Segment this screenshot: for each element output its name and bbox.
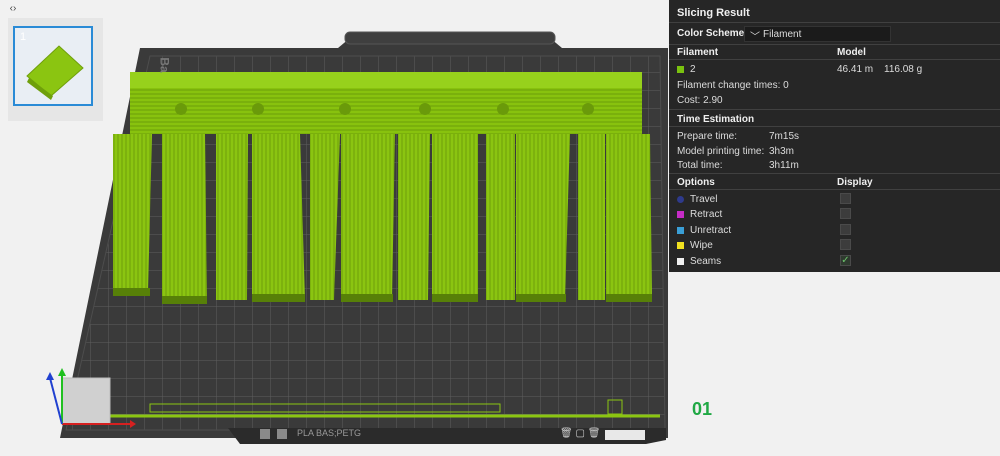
filament-cost: Cost: 2.90 (677, 95, 723, 106)
color-scheme-label: Color Scheme (677, 28, 745, 39)
collapse-icon[interactable]: ‹› (6, 2, 20, 16)
option-seams: Seams (677, 256, 721, 267)
total-time-value: 3h11m (769, 160, 799, 171)
wipe-swatch (677, 241, 684, 249)
option-wipe: Wipe (677, 240, 713, 251)
plate-settings-button[interactable] (605, 430, 645, 440)
travel-checkbox[interactable] (840, 193, 851, 204)
panel-title: Slicing Result (677, 7, 750, 19)
option-retract: Retract (677, 209, 722, 220)
color-scheme-value: Filament (763, 29, 802, 40)
option-travel: Travel (677, 194, 717, 205)
prepare-time-value: 7m15s (769, 131, 800, 142)
filament-weight: 116.08 g (884, 64, 923, 75)
filament-row: 2 (677, 64, 696, 75)
bed-grid-icon-2 (276, 428, 287, 439)
retract-checkbox[interactable] (840, 208, 851, 219)
color-scheme-select[interactable]: ﹀ Filament (744, 26, 891, 43)
unretract-swatch (677, 226, 684, 234)
wipe-checkbox[interactable] (840, 239, 851, 250)
bed-type-label: PLA BAS;PETG (260, 428, 530, 442)
option-unretract: Unretract (677, 225, 731, 236)
filament-length: 46.41 m (837, 64, 874, 75)
filament-header: Filament (677, 47, 719, 58)
options-header: Options (677, 177, 715, 188)
bed-grid-icon (260, 428, 270, 439)
seams-swatch (677, 257, 684, 265)
select-icon[interactable]: ▢ (575, 428, 584, 439)
retract-swatch (677, 210, 684, 218)
delete-icon[interactable]: 🗑 (588, 428, 601, 439)
lock-icon[interactable]: 🗑 (560, 428, 573, 439)
unretract-checkbox[interactable] (840, 224, 851, 235)
seams-checkbox[interactable]: ✓ (840, 255, 851, 266)
travel-swatch (677, 195, 684, 203)
chevron-down-icon: ﹀ (750, 32, 760, 43)
time-estimation-header: Time Estimation (677, 114, 755, 125)
display-header: Display (837, 177, 873, 188)
plate-toolbar: 🗑 ▢ 🗑 (560, 428, 610, 442)
model-header: Model (837, 47, 866, 58)
printing-time-label: Model printing time: (677, 146, 765, 157)
filament-change-times: Filament change times: 0 (677, 80, 789, 91)
thumbnail-model-icon (26, 45, 84, 100)
plate-handle (344, 31, 556, 45)
printing-time-value: 3h3m (769, 146, 795, 157)
plate-thumbnail[interactable]: 1 (13, 26, 93, 106)
brand-mark: Ba (157, 57, 172, 73)
slicing-result-panel: Slicing Result Color Scheme ﹀ Filament F… (669, 0, 1000, 272)
check-icon: ✓ (841, 255, 850, 266)
total-time-label: Total time: (677, 160, 723, 171)
bed-type-text: PLA BAS;PETG (297, 428, 362, 438)
filament-swatch (677, 65, 684, 73)
prepare-time-label: Prepare time: (677, 131, 738, 142)
filament-id: 2 (690, 64, 696, 75)
plate-number: 01 (692, 399, 713, 419)
